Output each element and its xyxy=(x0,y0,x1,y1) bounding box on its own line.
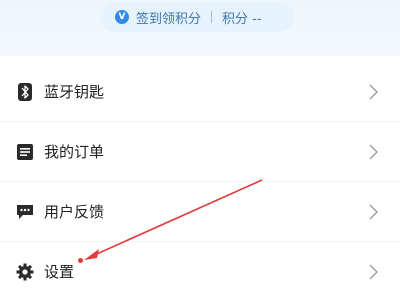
chevron-right-icon xyxy=(369,204,378,220)
menu-item-bluetooth-key[interactable]: 蓝牙钥匙 xyxy=(0,62,400,122)
menu-item-user-feedback[interactable]: 用户反馈 xyxy=(0,182,400,242)
order-list-icon xyxy=(16,143,34,161)
feedback-chat-icon xyxy=(16,203,34,221)
bluetooth-icon xyxy=(16,82,34,101)
points-label: 积分 -- xyxy=(222,11,262,27)
menu-item-settings[interactable]: 设置 xyxy=(0,242,400,301)
chevron-right-icon xyxy=(369,84,378,100)
checkin-icon: V xyxy=(115,10,129,24)
menu-list: 蓝牙钥匙 我的订单 用户反馈 设置 xyxy=(0,62,400,301)
notification-dot xyxy=(78,258,83,263)
checkin-label: 签到领积分 xyxy=(136,11,202,27)
pill-divider xyxy=(211,11,213,23)
menu-item-label: 我的订单 xyxy=(44,143,105,161)
menu-item-label: 用户反馈 xyxy=(44,203,105,221)
menu-item-my-orders[interactable]: 我的订单 xyxy=(0,122,400,182)
menu-item-label: 设置 xyxy=(44,263,75,281)
gear-icon xyxy=(16,263,34,281)
header-area: V 签到领积分 积分 -- xyxy=(0,0,400,56)
menu-item-label: 蓝牙钥匙 xyxy=(44,83,105,101)
chevron-right-icon xyxy=(369,264,378,280)
chevron-right-icon xyxy=(369,144,378,160)
points-pill[interactable]: V 签到领积分 积分 -- xyxy=(100,2,294,32)
